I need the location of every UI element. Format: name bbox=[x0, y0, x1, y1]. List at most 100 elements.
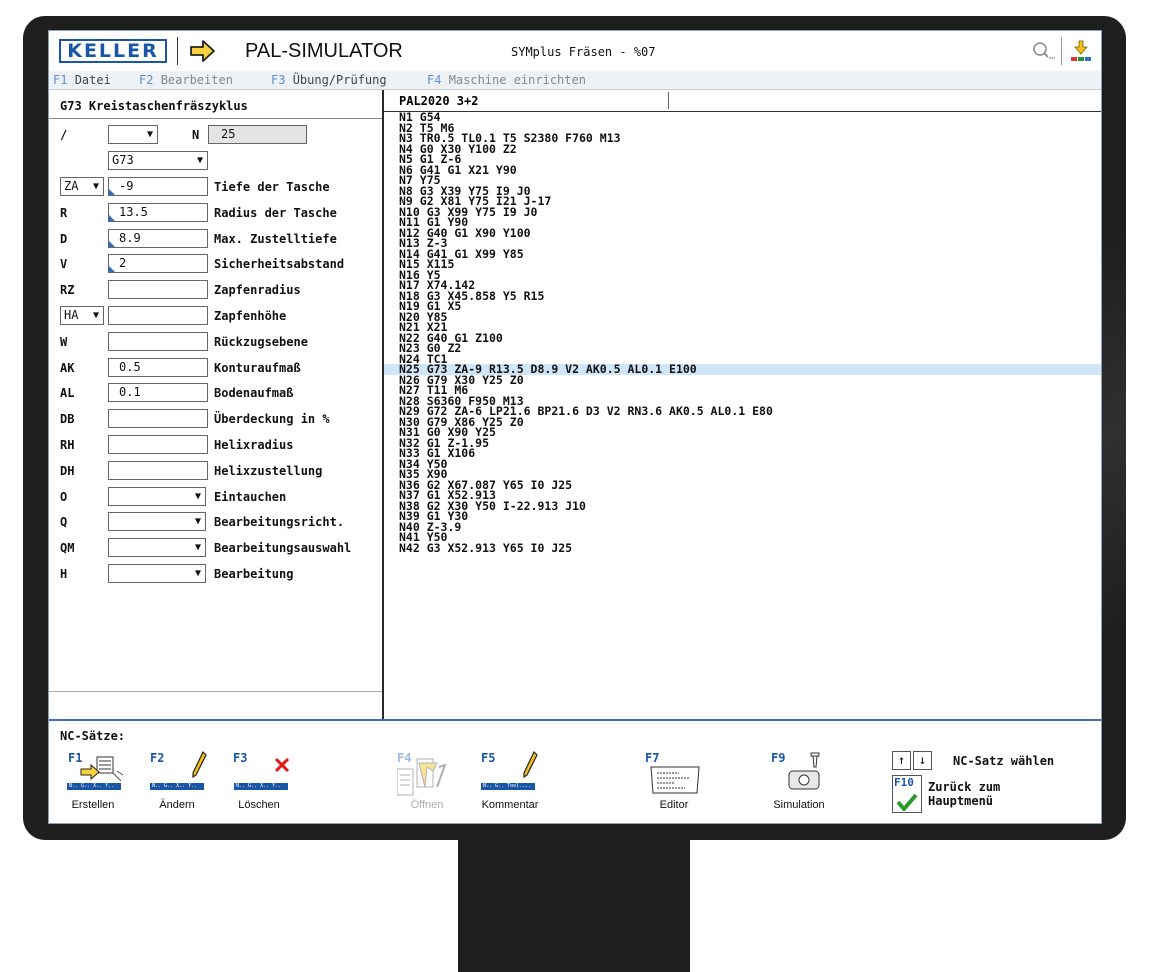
arrow-right-icon[interactable] bbox=[189, 38, 217, 64]
header-divider bbox=[668, 92, 669, 109]
param-row-db: DB Überdeckung in % bbox=[49, 408, 382, 430]
code-line[interactable]: N10 G3 X99 Y75 I9 J0 bbox=[384, 206, 1101, 218]
code-line[interactable]: N34 Y50 bbox=[384, 458, 1101, 470]
param-description: Tiefe der Tasche bbox=[214, 180, 330, 194]
code-line[interactable]: N1 G54 bbox=[384, 112, 1101, 123]
param-input-al[interactable]: 0.1 bbox=[108, 383, 208, 403]
code-line[interactable]: N16 Y5 bbox=[384, 269, 1101, 281]
param-name: AL bbox=[60, 386, 75, 401]
f10-text[interactable]: Zurück zum Hauptmenü bbox=[928, 780, 1000, 808]
delete-x-icon[interactable] bbox=[274, 757, 290, 773]
simulation-icon[interactable] bbox=[785, 751, 831, 793]
param-select-qm[interactable]: ▼ bbox=[108, 538, 206, 558]
param-description: Helixzustellung bbox=[214, 463, 323, 478]
code-line[interactable]: N22 G40 G1 Z100 bbox=[384, 332, 1101, 344]
tool-icon[interactable] bbox=[1069, 39, 1093, 63]
param-input-dh[interactable] bbox=[108, 460, 208, 480]
code-line[interactable]: N33 G1 X106 bbox=[384, 448, 1101, 459]
param-name: DH bbox=[60, 463, 75, 478]
f7-key: F7 bbox=[645, 751, 660, 765]
param-input-r[interactable]: 13.5 bbox=[108, 202, 208, 222]
param-row-qm: QM ▼ Bearbeitungsauswahl bbox=[49, 537, 382, 559]
param-select-h[interactable]: ▼ bbox=[108, 564, 206, 583]
param-description: Konturaufmaß bbox=[214, 360, 301, 375]
param-description: Radius der Tasche bbox=[214, 205, 337, 220]
code-line[interactable]: N26 G79 X30 Y25 Z0 bbox=[384, 374, 1101, 386]
param-input-d[interactable]: 8.9 bbox=[108, 228, 208, 248]
panel-title: G73 Kreistaschenfräszyklus bbox=[60, 99, 248, 113]
g-command-select[interactable]: G73 ▼ bbox=[108, 151, 208, 170]
param-input-w[interactable] bbox=[108, 331, 208, 351]
skip-select[interactable]: ▼ bbox=[108, 125, 158, 144]
menu-uebung-pruefung[interactable]: F3 Übung/Prüfung bbox=[271, 73, 387, 87]
search-icon[interactable] bbox=[1031, 41, 1055, 61]
code-line[interactable]: N39 G1 Y30 bbox=[384, 511, 1101, 522]
code-line[interactable]: N14 G41 G1 X99 Y85 bbox=[384, 248, 1101, 260]
param-select-q[interactable]: ▼ bbox=[108, 512, 206, 532]
param-input-db[interactable] bbox=[108, 409, 208, 429]
code-line[interactable]: N31 G0 X90 Y25 bbox=[384, 427, 1101, 438]
code-line[interactable]: N19 G1 X5 bbox=[384, 301, 1101, 312]
chevron-down-icon: ▼ bbox=[92, 181, 99, 192]
menu-bearbeiten[interactable]: F2 Bearbeiten bbox=[139, 73, 233, 87]
param-input-v[interactable]: 2 bbox=[108, 254, 208, 274]
code-line[interactable]: N20 Y85 bbox=[384, 311, 1101, 323]
param-input-ak[interactable]: 0.5 bbox=[108, 357, 208, 377]
create-block-icon[interactable] bbox=[79, 755, 129, 783]
param-name: Q bbox=[60, 515, 68, 530]
param-name-select-ha[interactable]: HA ▼ bbox=[60, 306, 104, 325]
code-line[interactable]: N18 G3 X45.858 Y5 R15 bbox=[384, 290, 1101, 302]
program-name: PAL2020 3+2 bbox=[399, 94, 479, 108]
nc-tag-icon: N.. G.. X.. Y.. bbox=[150, 783, 204, 790]
param-input-rh[interactable] bbox=[108, 435, 208, 454]
nav-up-button[interactable]: ↑ bbox=[892, 751, 911, 770]
param-name-select-za[interactable]: ZA ▼ bbox=[60, 177, 104, 196]
param-select-o[interactable]: ▼ bbox=[108, 486, 206, 506]
comment-pencil-icon[interactable] bbox=[522, 751, 538, 779]
menu-maschine-einrichten[interactable]: F4 Maschine einrichten bbox=[427, 73, 586, 87]
open-file-icon[interactable] bbox=[397, 757, 457, 797]
code-line[interactable]: N4 G0 X30 Y100 Z2 bbox=[384, 143, 1101, 155]
keller-logo: KELLER bbox=[59, 39, 167, 63]
editor-icon[interactable] bbox=[649, 765, 701, 795]
pencil-icon[interactable] bbox=[191, 751, 207, 779]
chevron-down-icon: ▼ bbox=[146, 129, 153, 140]
param-input-rz[interactable] bbox=[108, 280, 208, 300]
f9-label[interactable]: Simulation bbox=[759, 799, 839, 811]
code-lines: N1 G54 N2 T5 M6 N3 TR0.5 TL0.1 T5 S2380 F7… bbox=[384, 112, 1101, 553]
checkmark-icon bbox=[896, 793, 918, 811]
n-field[interactable]: 25 bbox=[208, 125, 307, 144]
param-name: V bbox=[60, 257, 68, 272]
param-description: Rückzugsebene bbox=[214, 334, 308, 349]
f5-label[interactable]: Kommentar bbox=[470, 799, 550, 811]
f1-label[interactable]: Erstellen bbox=[53, 799, 133, 811]
param-row-w: W Rückzugsebene bbox=[49, 331, 382, 353]
f7-label[interactable]: Editor bbox=[634, 799, 714, 811]
title-separator-right bbox=[1061, 37, 1062, 65]
f3-label[interactable]: Löschen bbox=[219, 799, 299, 811]
code-line[interactable]: N6 G41 G1 X21 Y90 bbox=[384, 164, 1101, 176]
code-line[interactable]: N15 X115 bbox=[384, 259, 1101, 270]
code-line[interactable]: N40 Z-3.9 bbox=[384, 521, 1101, 533]
f3-key: F3 bbox=[233, 751, 248, 765]
param-input-za[interactable]: -9 bbox=[108, 177, 208, 196]
title-bar: KELLER PAL-SIMULATOR SYMplus Fräsen - %0… bbox=[49, 31, 1101, 72]
menu-bar: F1 Datei F2 Bearbeiten F3 Übung/Prüfung … bbox=[49, 71, 1101, 90]
monitor-stand bbox=[458, 840, 690, 972]
menu-datei[interactable]: F1 Datei bbox=[53, 73, 111, 87]
code-line[interactable]: N12 G40 G1 X90 Y100 bbox=[384, 227, 1101, 239]
code-line[interactable]: N42 G3 X52.913 Y65 I0 J25 bbox=[384, 542, 1101, 554]
chevron-down-icon: ▼ bbox=[194, 516, 201, 528]
param-row-r: R 13.5 Radius der Tasche bbox=[49, 202, 382, 224]
param-name: W bbox=[60, 334, 68, 349]
code-line[interactable]: N32 G1 Z-1.95 bbox=[384, 437, 1101, 449]
f2-key: F2 bbox=[150, 751, 165, 765]
param-name: R bbox=[60, 205, 68, 220]
f2-label[interactable]: Ändern bbox=[137, 799, 217, 811]
nav-down-button[interactable]: ↓ bbox=[913, 751, 932, 770]
panel-title-divider bbox=[49, 118, 382, 119]
param-input-ha[interactable] bbox=[108, 306, 208, 325]
code-line[interactable]: N38 G2 X30 Y50 I-22.913 J10 bbox=[384, 500, 1101, 512]
param-name: QM bbox=[60, 541, 75, 556]
code-line[interactable]: N23 G0 Z2 bbox=[384, 343, 1101, 354]
